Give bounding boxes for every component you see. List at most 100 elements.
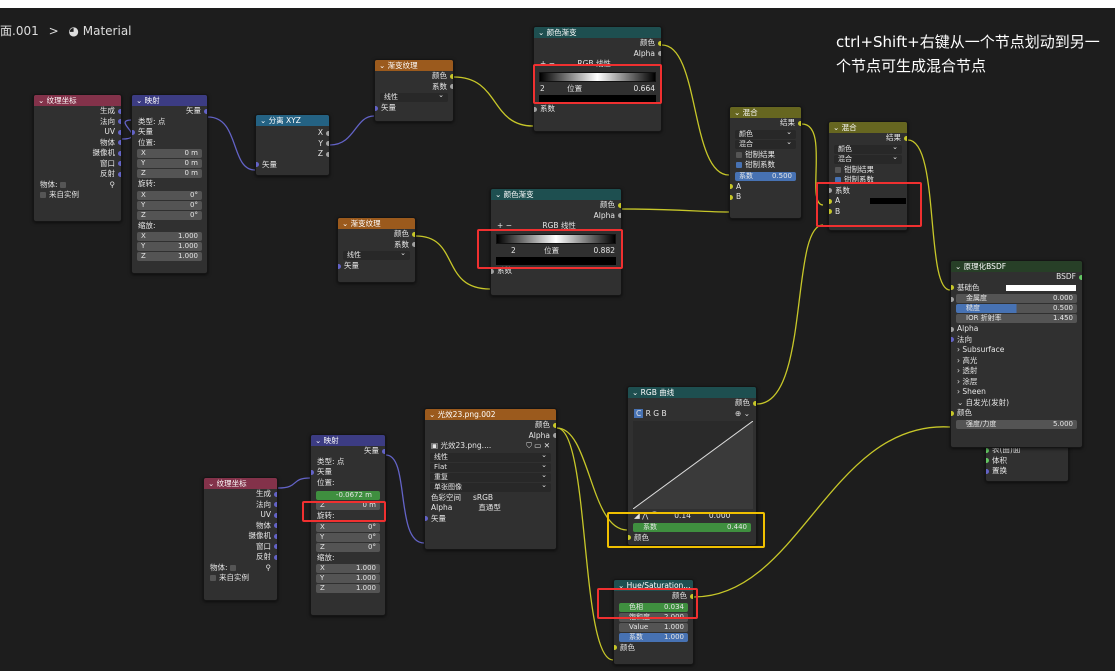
- alpha-mode-row[interactable]: Alpha 直通型: [425, 503, 556, 514]
- node-mix-2[interactable]: ⌄ 混合 结果 颜色 混合 钳制结果 钳制系数 系数 A B: [828, 121, 908, 231]
- ramp-stop-row[interactable]: 2 位置 0.882: [491, 246, 621, 257]
- ramp-mode[interactable]: RGB: [542, 221, 558, 230]
- panel-transmission[interactable]: › 透射: [951, 366, 1082, 377]
- socket[interactable]: [118, 108, 121, 114]
- socket[interactable]: [425, 516, 428, 522]
- remove-stop-icon[interactable]: −: [549, 59, 555, 68]
- interpolation-dropdown[interactable]: 线性: [430, 451, 551, 462]
- socket[interactable]: [118, 171, 121, 177]
- rotation-x[interactable]: X 0°: [316, 522, 380, 532]
- socket[interactable]: [951, 285, 954, 291]
- factor-field[interactable]: 系数 0.440: [633, 522, 751, 532]
- node-gradient-texture-1[interactable]: ⌄ 渐变纹理 颜色 系数 线性 矢量: [374, 59, 454, 122]
- clamp-factor-checkbox[interactable]: 钳制系数: [829, 175, 907, 186]
- tab-g[interactable]: G: [653, 409, 659, 418]
- socket[interactable]: [628, 535, 631, 541]
- socket[interactable]: [412, 242, 415, 248]
- node-header[interactable]: ⌄ 光效23.png.002: [425, 409, 556, 420]
- socket[interactable]: [951, 326, 954, 332]
- socket[interactable]: [326, 151, 329, 157]
- clamp-factor-checkbox[interactable]: 钳制系数: [730, 160, 801, 171]
- location-y[interactable]: Y0 m: [137, 159, 202, 168]
- socket[interactable]: [829, 209, 832, 215]
- socket[interactable]: [450, 73, 453, 79]
- location-x[interactable]: -0.0672 m: [316, 491, 380, 500]
- node-separate-xyz[interactable]: ⌄ 分离 XYZ X Y Z 矢量: [255, 114, 330, 176]
- location-z[interactable]: Z0 m: [137, 169, 202, 178]
- zoom-icon[interactable]: ⊕ ⌄: [735, 409, 750, 420]
- eyedropper-icon[interactable]: ⚲: [266, 563, 272, 574]
- node-image-texture[interactable]: ⌄ 光效23.png.002 颜色 Alpha ▣ 光效23.png.... ⛉ …: [424, 408, 557, 550]
- color-ramp-gradient[interactable]: [496, 233, 616, 244]
- remove-stop-icon[interactable]: −: [506, 221, 512, 230]
- socket[interactable]: [311, 469, 314, 475]
- factor-field[interactable]: 系数 0.500: [735, 171, 796, 181]
- panel-coat[interactable]: › 涂层: [951, 377, 1082, 388]
- node-header[interactable]: ⌄ 混合: [829, 122, 907, 133]
- node-header[interactable]: ⌄ 分离 XYZ: [256, 115, 329, 126]
- node-header[interactable]: ⌄ 渐变纹理: [375, 60, 453, 71]
- panel-sheen[interactable]: › Sheen: [951, 387, 1082, 398]
- source-dropdown[interactable]: 单张图像: [430, 481, 551, 492]
- socket[interactable]: [951, 337, 954, 343]
- socket[interactable]: [829, 198, 832, 204]
- socket[interactable]: [904, 135, 907, 141]
- node-gradient-texture-2[interactable]: ⌄ 渐变纹理 颜色 系数 线性 矢量: [337, 217, 416, 283]
- socket[interactable]: [274, 502, 277, 508]
- node-texture-coordinate-1[interactable]: ⌄ 纹理坐标 生成 法向 UV 物体 摄像机 窗口 反射 物体: ⚲ 来自实例: [33, 94, 122, 222]
- node-header[interactable]: ⌄ 混合: [730, 107, 801, 118]
- socket[interactable]: [274, 512, 277, 518]
- checkbox[interactable]: [40, 192, 46, 198]
- socket[interactable]: [798, 120, 801, 126]
- eyedropper-icon[interactable]: ⚲: [110, 180, 116, 191]
- socket[interactable]: [132, 129, 135, 135]
- ior-field[interactable]: IOR 折射率 1.450: [956, 314, 1077, 323]
- node-color-ramp-2[interactable]: ⌄ 颜色渐变 颜色 Alpha + − RGB 线性 2 位置 0.882 系数: [490, 188, 622, 296]
- scale-x[interactable]: X 1.000: [316, 564, 380, 573]
- roughness-field[interactable]: 糙度 0.500: [956, 304, 1077, 313]
- image-selector[interactable]: ▣ 光效23.png.... ⛉ ▭ ✕: [425, 441, 556, 452]
- rotation-x[interactable]: X 0°: [137, 190, 202, 200]
- blend-mode-dropdown[interactable]: 混合: [735, 138, 796, 149]
- socket[interactable]: [274, 544, 277, 550]
- node-header[interactable]: ⌄ 颜色渐变: [534, 27, 661, 38]
- scale-z[interactable]: Z 1.000: [137, 252, 202, 261]
- node-mapping-1[interactable]: ⌄ 映射 矢量 类型: 点 矢量 位置: X0 m Y0 m Z0 m 旋转: …: [131, 94, 208, 274]
- rotation-z[interactable]: Z 0°: [316, 542, 380, 552]
- socket[interactable]: [274, 523, 277, 529]
- node-editor[interactable]: 面.001 > ◕ Material ctrl+Shift+右键从一个节点划动到…: [0, 0, 1115, 671]
- panel-specular[interactable]: › 高光: [951, 356, 1082, 367]
- socket[interactable]: [491, 268, 494, 274]
- node-header[interactable]: ⌄ 映射: [311, 435, 385, 446]
- node-texture-coordinate-2[interactable]: ⌄ 纹理坐标 生成 法向 UV 物体 摄像机 窗口 反射 物体: ⚲ 来自实例: [203, 477, 278, 601]
- location-z[interactable]: Z0 m: [316, 501, 380, 510]
- type-dropdown[interactable]: 类型: 点: [311, 457, 385, 468]
- node-header[interactable]: ⌄ 映射: [132, 95, 207, 106]
- socket[interactable]: [658, 51, 661, 57]
- rotation-z[interactable]: Z 0°: [137, 210, 202, 220]
- ramp-toolbar[interactable]: + − RGB 线性: [491, 221, 621, 232]
- type-dropdown[interactable]: 类型: 点: [132, 117, 207, 128]
- ramp-toolbar[interactable]: + − RGB 线性: [534, 59, 661, 70]
- node-header[interactable]: ⌄ 颜色渐变: [491, 189, 621, 200]
- add-stop-icon[interactable]: +: [497, 221, 503, 230]
- clamp-result-checkbox[interactable]: 钳制结果: [829, 165, 907, 176]
- color-swatch[interactable]: [870, 198, 907, 204]
- panel-emission[interactable]: ⌄ 自发光(发射): [951, 398, 1082, 409]
- scale-y[interactable]: Y 1.000: [316, 574, 380, 583]
- metallic-field[interactable]: 金属度 0.000: [951, 294, 1077, 303]
- socket[interactable]: [658, 40, 661, 46]
- node-principled-bsdf[interactable]: ⌄ 原理化BSDF BSDF 基础色 金属度 0.000 糙度 0.500 IOR …: [950, 260, 1083, 448]
- curve-channel-tabs[interactable]: C R G B ⊕ ⌄: [628, 408, 756, 420]
- tab-c[interactable]: C: [634, 408, 644, 418]
- projection-dropdown[interactable]: Flat: [430, 461, 551, 472]
- socket[interactable]: [534, 106, 537, 112]
- socket[interactable]: [450, 84, 453, 90]
- ramp-stop-row[interactable]: 2 位置 0.664: [534, 84, 661, 95]
- ramp-mode[interactable]: RGB: [577, 59, 593, 68]
- socket[interactable]: [118, 129, 121, 135]
- socket[interactable]: [412, 231, 415, 237]
- node-header[interactable]: ⌄ 纹理坐标: [204, 478, 277, 489]
- socket[interactable]: [1079, 274, 1082, 280]
- socket[interactable]: [274, 491, 277, 497]
